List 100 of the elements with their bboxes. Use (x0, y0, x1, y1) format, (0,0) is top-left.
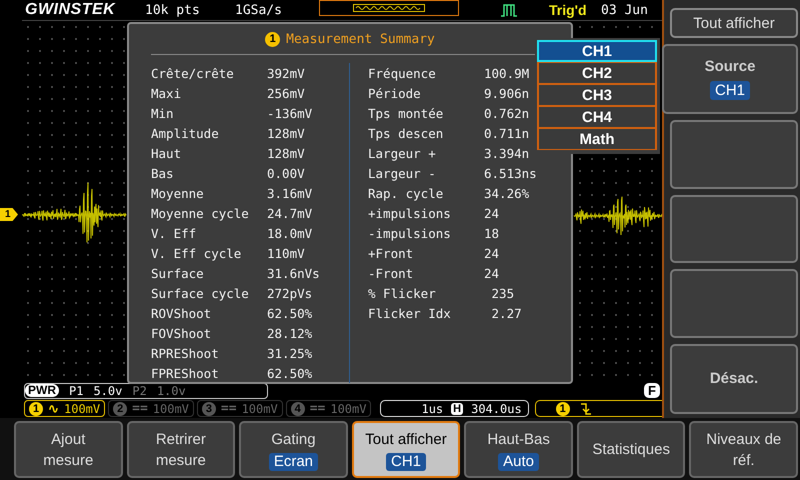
probe-label: P1 (69, 384, 84, 398)
measurement-value: 24 (484, 266, 500, 280)
measurement-label: Surface (151, 266, 205, 280)
measurement-value: 272pVs (267, 286, 314, 300)
channel-scale: 100mV (64, 402, 100, 416)
measurement-label: Tps montée (368, 106, 444, 120)
softkey-button[interactable]: Statistiques (576, 421, 686, 478)
channel-number: 3 (202, 402, 216, 416)
dropdown-item[interactable]: Math (537, 128, 657, 150)
measurement-label: V. Eff cycle (151, 246, 242, 260)
measurement-value: 34.26% (484, 186, 530, 200)
measurement-label: Largeur - (368, 166, 437, 180)
measurement-label: Moyenne cycle (151, 206, 250, 220)
empty-softkey[interactable] (670, 194, 798, 264)
measurement-value: 0.00V (267, 166, 306, 180)
softkey-button[interactable]: Retrirer mesure (126, 421, 236, 478)
measurement-label: Flicker Idx (368, 306, 452, 320)
probe-value: 1.0v (156, 384, 186, 398)
channel-number: 4 (290, 402, 305, 416)
brand-logo: GWINSTEK (25, 1, 116, 19)
horizontal-position: 304.0us (471, 402, 522, 416)
measurement-value: 31.6nVs (267, 266, 321, 280)
measurement-label: -impulsions (368, 226, 452, 240)
sample-rate: 1GSa/s (235, 2, 283, 18)
measurement-value: 128mV (267, 126, 306, 140)
measurement-label: Min (151, 106, 175, 120)
channel-marker: 1 (0, 208, 18, 221)
channel-status[interactable]: 2 == 100mV (108, 400, 194, 417)
measurement-value: 110mV (267, 246, 306, 260)
horizontal-badge: H (451, 402, 464, 414)
measurement-value: 62.50% (267, 306, 314, 320)
measurement-label: +Front (368, 246, 414, 260)
measurement-label: -Front (368, 266, 414, 280)
measurement-label: Période (368, 86, 422, 100)
measurement-label: Bas (151, 166, 175, 180)
softkey-button[interactable]: Ajout mesure (14, 421, 123, 478)
measurement-label: +impulsions (368, 206, 452, 220)
measurement-value: 128mV (267, 146, 306, 160)
panel-title: Measurement Summary (286, 32, 435, 46)
measurement-label: V. Eff (151, 226, 198, 240)
measurement-value: 9.906n (484, 86, 530, 100)
measurement-value: 392mV (267, 66, 306, 80)
measurement-value: 18.0mV (267, 226, 314, 240)
measurement-label: Surface cycle (151, 286, 250, 300)
time-scale: 1us (421, 402, 444, 416)
softkey-button[interactable]: Tout afficher CH1 (352, 421, 460, 478)
measurement-label: FOVShoot (151, 326, 212, 340)
coupling-symbol: == (220, 401, 237, 416)
softkey-button[interactable]: Haut-Bas Auto (464, 421, 573, 478)
channel-status[interactable]: 3 == 100mV (196, 400, 283, 417)
measurement-label: Crête/crête (151, 66, 235, 80)
measurement-value: 31.25% (267, 346, 314, 360)
off-button[interactable]: Désac. (670, 344, 798, 414)
measurement-label: Moyenne (151, 186, 205, 200)
pwr-badge: PWR (25, 384, 59, 397)
measurement-value: 100.9M (484, 66, 530, 80)
measurement-value: 0.711n (484, 126, 530, 140)
channel-scale: 100mV (242, 402, 278, 416)
measurement-value: 62.50% (267, 366, 314, 380)
trigger-status: Trig'd (549, 2, 588, 18)
dropdown-item[interactable]: CH1 (537, 40, 657, 62)
channel-status[interactable]: 4 == 100mV (286, 400, 372, 417)
measurement-value: 6.513ns (484, 166, 538, 180)
measurement-value: 18 (484, 226, 500, 240)
coupling-symbol: == (310, 401, 326, 416)
measurement-value: 256mV (267, 86, 306, 100)
measurement-label: Largeur + (368, 146, 437, 160)
trigger-pulse-icon (501, 3, 517, 17)
empty-softkey[interactable] (670, 269, 798, 338)
softkey-button[interactable]: Niveaux de réf. (689, 421, 798, 478)
measurement-value: 0.762n (484, 106, 530, 120)
coupling-symbol: ∿ (48, 400, 59, 416)
channel-number: 1 (29, 402, 43, 416)
measurement-label: Amplitude (151, 126, 220, 140)
softkey-button[interactable]: Gating Ecran (239, 421, 348, 478)
measurement-label: Fréquence (368, 66, 437, 80)
side-menu-title: Tout afficher (670, 8, 798, 38)
dropdown-item[interactable]: CH2 (537, 62, 657, 84)
measurement-value: 28.12% (267, 326, 314, 340)
dropdown-item[interactable]: CH3 (537, 84, 657, 106)
measurement-label: % Flicker (368, 286, 437, 300)
channel-number: 1 (265, 32, 280, 46)
measurement-label: Maxi (151, 86, 182, 100)
dropdown-item[interactable]: CH4 (537, 106, 657, 128)
channel-status[interactable]: 1 ∿ 100mV (24, 400, 106, 417)
channel-scale: 100mV (152, 402, 189, 416)
record-length: 10k pts (145, 2, 201, 18)
trigger-source: 1 (556, 402, 570, 416)
measurement-value: -136mV (267, 106, 314, 120)
measurement-value: 24 (484, 246, 500, 260)
source-button[interactable]: Source CH1 (662, 44, 798, 114)
measurement-label: FPREShoot (151, 366, 220, 380)
date-label: 03 Jun (601, 2, 648, 18)
falling-edge-icon (580, 402, 592, 416)
empty-softkey[interactable] (670, 120, 798, 189)
probe-value: 5.0v (93, 384, 122, 398)
measurement-label: ROVShoot (151, 306, 212, 320)
f-badge: F (644, 383, 660, 398)
measurement-value: 24.7mV (267, 206, 314, 220)
measurement-label: RPREShoot (151, 346, 220, 360)
